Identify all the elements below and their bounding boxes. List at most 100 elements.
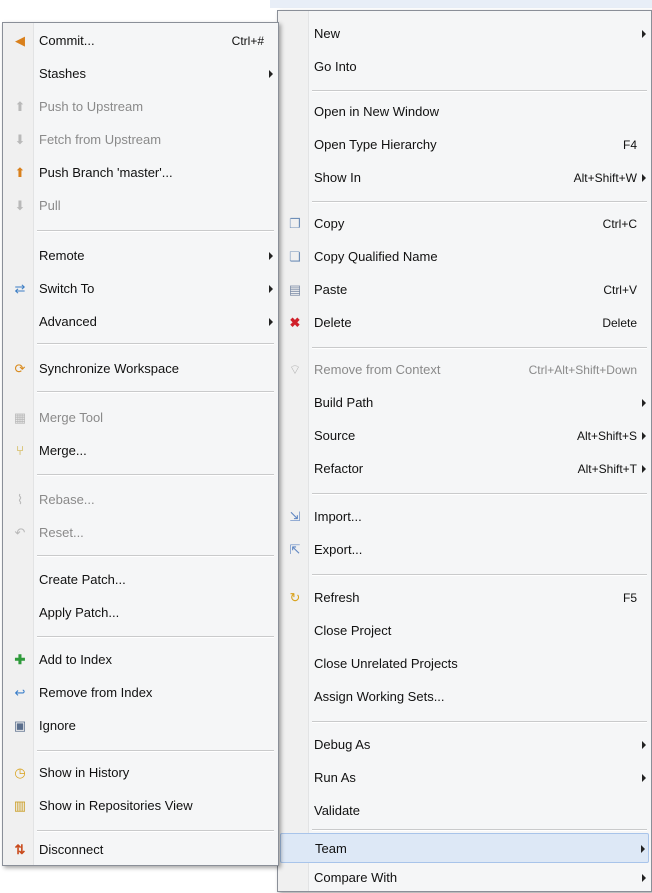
submenu-arrow-icon [269,252,273,260]
menu-item-rebase[interactable]: ⌇ Rebase... [5,485,276,515]
menu-separator [312,493,647,495]
menu-item-import[interactable]: ⇲ Import... [280,502,649,532]
team-submenu: ◀ Commit... Ctrl+# Stashes ⬆ Push to Ups… [2,22,279,866]
menu-separator [312,347,647,349]
submenu-arrow-icon [642,774,646,782]
menu-item-shortcut: Alt+Shift+T [577,462,637,476]
menu-item-label: Team [315,841,347,856]
menu-item-merge-tool[interactable]: ▦ Merge Tool [5,403,276,433]
menu-item-close-project[interactable]: Close Project [280,616,649,646]
menu-item-remove-from-index[interactable]: ↩ Remove from Index [5,678,276,708]
menu-item-commit[interactable]: ◀ Commit... Ctrl+# [5,26,276,56]
menu-item-close-unrelated-projects[interactable]: Close Unrelated Projects [280,649,649,679]
menu-item-label: Close Project [314,623,392,638]
menu-item-remove-from-context[interactable]: ⌔ Remove from Context Ctrl+Alt+Shift+Dow… [280,355,649,385]
remove-context-icon: ⌔ [288,362,302,377]
menu-item-advanced[interactable]: Advanced [5,307,276,337]
menu-item-refresh[interactable]: ↻ Refresh F5 [280,583,649,613]
menu-item-show-in-repositories-view[interactable]: ▥ Show in Repositories View [5,791,276,821]
background-panel [270,0,652,8]
menu-item-source[interactable]: Source Alt+Shift+S [280,421,649,451]
menu-item-label: Disconnect [39,842,104,857]
menu-item-label: Create Patch... [39,572,126,587]
menu-item-new[interactable]: New [280,19,649,49]
menu-item-open-in-new-window[interactable]: Open in New Window [280,97,649,127]
menu-item-export[interactable]: ⇱ Export... [280,535,649,565]
menu-item-label: Push Branch 'master'... [39,165,173,180]
menu-item-refactor[interactable]: Refactor Alt+Shift+T [280,454,649,484]
menu-item-push-branch[interactable]: ⬆ Push Branch 'master'... [5,158,276,188]
copy-qualified-icon: ❏ [289,249,301,264]
menu-item-label: Ignore [39,718,76,733]
submenu-arrow-icon [642,741,646,749]
menu-item-copy[interactable]: ❐ Copy Ctrl+C [280,209,649,239]
submenu-arrow-icon [269,285,273,293]
menu-item-label: Refactor [314,461,364,476]
menu-separator [37,474,274,476]
menu-item-show-in[interactable]: Show In Alt+Shift+W [280,163,649,193]
menu-item-debug-as[interactable]: Debug As [280,730,649,760]
export-icon: ⇱ [289,542,301,557]
menu-item-label: Reset... [39,525,84,540]
merge-tool-icon: ▦ [13,410,27,425]
menu-item-validate[interactable]: Validate [280,796,649,826]
menu-item-label: New [314,26,341,41]
menu-item-assign-working-sets[interactable]: Assign Working Sets... [280,682,649,712]
menu-item-ignore[interactable]: ▣ Ignore [5,711,276,741]
menu-item-build-path[interactable]: Build Path [280,388,649,418]
menu-item-copy-qualified-name[interactable]: ❏ Copy Qualified Name [280,242,649,272]
menu-item-label: Copy [314,216,345,231]
menu-item-shortcut: Ctrl+Alt+Shift+Down [528,363,637,377]
switch-icon: ⇄ [14,281,26,296]
menu-item-shortcut: F5 [622,591,637,605]
menu-item-stashes[interactable]: Stashes [5,59,276,89]
menu-item-apply-patch[interactable]: Apply Patch... [5,598,276,628]
menu-item-open-type-hierarchy[interactable]: Open Type Hierarchy F4 [280,130,649,160]
menu-separator [37,750,274,752]
menu-item-add-to-index[interactable]: ✚ Add to Index [5,645,276,675]
menu-item-compare-with[interactable]: Compare With [280,863,649,893]
menu-item-create-patch[interactable]: Create Patch... [5,565,276,595]
menu-item-synchronize-workspace[interactable]: ⟳ Synchronize Workspace [5,354,276,384]
menu-item-delete[interactable]: ✖ Delete Delete [280,308,649,338]
paste-icon: ▤ [288,282,302,297]
menu-separator [37,391,274,393]
menu-item-paste[interactable]: ▤ Paste Ctrl+V [280,275,649,305]
disconnect-icon: ⇅ [14,842,26,857]
menu-item-label: Export... [314,542,363,557]
menu-item-team[interactable]: Team [280,833,649,863]
menu-item-label: Refresh [314,590,360,605]
reset-icon: ↶ [14,525,26,540]
menu-item-label: Assign Working Sets... [314,689,445,704]
menu-item-shortcut: Alt+Shift+S [576,429,637,443]
menu-item-label: Synchronize Workspace [39,361,179,376]
menu-item-go-into[interactable]: Go Into [280,52,649,82]
menu-item-shortcut: Ctrl+# [231,34,264,48]
menu-item-disconnect[interactable]: ⇅ Disconnect [5,835,276,865]
submenu-arrow-icon [642,399,646,407]
delete-icon: ✖ [289,315,301,330]
menu-item-shortcut: F4 [622,138,637,152]
menu-item-label: Remove from Context [314,362,441,377]
menu-item-reset[interactable]: ↶ Reset... [5,518,276,548]
menu-separator [37,555,274,557]
repositories-icon: ▥ [13,798,27,813]
menu-item-label: Copy Qualified Name [314,249,438,264]
menu-item-label: Delete [314,315,352,330]
menu-separator [312,721,647,723]
context-menu: New Go Into Open in New Window Open Type… [277,10,652,892]
menu-separator [312,201,647,203]
menu-item-label: Open in New Window [314,104,439,119]
menu-item-label: Advanced [39,314,97,329]
menu-item-shortcut: Delete [602,316,637,330]
menu-item-run-as[interactable]: Run As [280,763,649,793]
menu-item-switch-to[interactable]: ⇄ Switch To [5,274,276,304]
menu-separator [312,574,647,576]
menu-item-remote[interactable]: Remote [5,241,276,271]
menu-item-push-to-upstream[interactable]: ⬆ Push to Upstream [5,92,276,122]
menu-item-pull[interactable]: ⬇ Pull [5,191,276,221]
menu-separator [37,343,274,345]
menu-item-show-in-history[interactable]: ◷ Show in History [5,758,276,788]
menu-item-fetch-from-upstream[interactable]: ⬇ Fetch from Upstream [5,125,276,155]
menu-item-merge[interactable]: ⑂ Merge... [5,436,276,466]
